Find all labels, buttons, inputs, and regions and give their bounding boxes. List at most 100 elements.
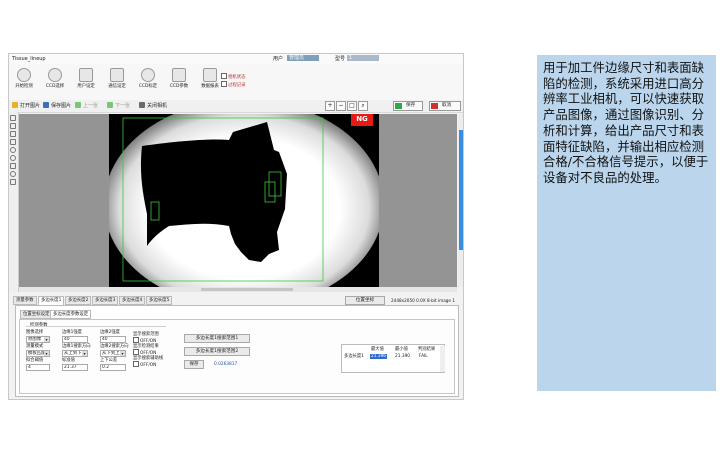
search-range-1-button[interactable]: 多边长度1搜索范围1 (184, 334, 250, 343)
zoom-reset-button[interactable]: ⌕ (358, 101, 368, 111)
point-tool-icon[interactable] (10, 171, 16, 177)
rect-tool-icon[interactable] (10, 139, 16, 145)
save-image-button[interactable]: 保存图片 (43, 102, 71, 110)
tab-multi-length-5[interactable]: 多边长度5 (146, 296, 173, 305)
app-title: Tissue_lineup (12, 56, 46, 62)
save-icon (43, 102, 49, 108)
option-label: 过程记录 (228, 83, 246, 88)
position-coord-button[interactable]: 位置坐标 (345, 296, 385, 305)
field-value: 40 (64, 337, 70, 342)
ribbon-label: 开始检测 (15, 84, 33, 89)
ribbon-ccd-select[interactable]: CCD选择 (40, 67, 70, 97)
tab-multi-length-2[interactable]: 多边长度2 (65, 296, 92, 305)
polygon-tool-icon[interactable] (10, 163, 16, 169)
zoom-fit-icon: □ (349, 102, 355, 109)
folder-icon (12, 102, 18, 108)
button-label: 保存 (406, 103, 416, 108)
camera-status-option[interactable]: 相机状态 (221, 73, 246, 81)
ribbon-ccd-calibration[interactable]: CCD标定 (133, 67, 163, 97)
zoom-out-button[interactable]: − (336, 101, 346, 111)
save-params-button[interactable]: 保存 (184, 360, 204, 369)
measure-mode-dropdown[interactable]: 模板匹配 ▾ (26, 350, 50, 357)
network-icon (110, 68, 124, 82)
edge1-strength-input[interactable]: 40 (62, 336, 88, 343)
ribbon-comm-settings[interactable]: 通信设定 (102, 67, 132, 97)
tolerance-input[interactable]: 0.2 (100, 364, 126, 371)
ribbon-label: CCD选择 (45, 84, 65, 89)
tab-length-params[interactable]: 多边长度参数设定 (50, 310, 92, 319)
camera-image: NG (109, 114, 379, 287)
fit-threshold-input[interactable]: 4 (26, 364, 50, 371)
search-range-2-button[interactable]: 多边长度1搜索范围2 (184, 347, 250, 356)
field-value: 0.2 (102, 365, 109, 370)
group-divider (26, 326, 166, 327)
line-tool-icon[interactable] (10, 131, 16, 137)
ribbon-user-settings[interactable]: 用户设定 (71, 67, 101, 97)
table-header: 最大值 (371, 347, 384, 352)
user-label: 用户 (273, 56, 284, 62)
close-camera-button[interactable]: 关闭相机 (139, 102, 167, 110)
edge2-direction-dropdown[interactable]: 从下到上 ▾ (100, 350, 126, 357)
table-scrollbar[interactable] (440, 346, 445, 372)
table-header: 最小值 (395, 347, 408, 352)
image-select-dropdown[interactable]: 原图像 ▾ (26, 336, 50, 343)
model-field[interactable]: 1 (347, 55, 379, 61)
cancel-button[interactable]: 取消 (429, 101, 461, 111)
table-header: 判别结果 (418, 347, 436, 352)
tab-position-settings[interactable]: 位置坐标设定 (20, 310, 53, 319)
chevron-down-icon: ▾ (82, 351, 87, 356)
tab-multi-length-1[interactable]: 多边长度1 (38, 296, 65, 305)
checkbox-icon (133, 337, 139, 343)
model-label: 型号 (335, 56, 346, 62)
toolbar-label: 下一张 (115, 103, 131, 109)
field-value: 21.37 (64, 365, 77, 370)
min-value-cell[interactable]: 21.390 (395, 354, 410, 359)
standard-value-input[interactable]: 21.37 (62, 364, 88, 371)
option-label: 相机状态 (228, 75, 246, 80)
ok-button[interactable]: 保存 (393, 101, 423, 111)
user-field[interactable]: 管理员 (287, 55, 319, 61)
camera-icon (48, 68, 62, 82)
ribbon-label: CCD参数 (169, 84, 189, 89)
check-icon (395, 103, 402, 109)
scroll-thumb[interactable] (459, 130, 463, 250)
image-status-text: 2448x2050 0.0X 8-bit image 1 (391, 298, 455, 303)
ellipse-tool-icon[interactable] (10, 155, 16, 161)
scroll-thumb[interactable] (201, 288, 293, 291)
arrow-left-icon (75, 102, 81, 108)
image-viewer[interactable]: NG (19, 114, 457, 287)
ribbon-ccd-params[interactable]: CCD参数 (164, 67, 194, 97)
toolbar-label: 保存图片 (51, 103, 72, 109)
ribbon-label: 通信设定 (108, 84, 126, 89)
pointer-tool-icon[interactable] (10, 115, 16, 121)
checkbox-icon (133, 361, 139, 367)
max-value-cell[interactable]: 21.396 (370, 354, 388, 359)
ribbon-start-detect[interactable]: 开始检测 (9, 67, 39, 97)
ribbon: 开始检测 CCD选择 用户设定 通信设定 CCD标定 CCD参数 数据报表 相机… (9, 64, 463, 101)
field-value: 4 (28, 365, 31, 370)
show-aux-line-toggle[interactable]: OFF/ON (133, 361, 156, 369)
next-image-button[interactable]: 下一张 (107, 102, 130, 110)
pan-tool-icon[interactable] (10, 123, 16, 129)
circle-tool-icon[interactable] (10, 147, 16, 153)
judge-result-cell[interactable]: FAIL (419, 354, 428, 359)
drawing-tools (9, 112, 19, 292)
tab-multi-length-3[interactable]: 多边长度3 (92, 296, 119, 305)
edge2-strength-input[interactable]: 40 (100, 336, 126, 343)
process-log-option[interactable]: 过程记录 (221, 81, 246, 89)
erase-tool-icon[interactable] (10, 179, 16, 185)
image-toolbar: 打开图片 保存图片 上一张 下一张 关闭相机 + − □ ⌕ 保存 取消 (9, 100, 463, 113)
edge1-direction-dropdown[interactable]: 从上到下 ▾ (62, 350, 88, 357)
field-value: 从下到上 (102, 351, 120, 356)
tab-measure-params[interactable]: 测量参数 (13, 296, 37, 305)
tab-multi-length-4[interactable]: 多边长度4 (119, 296, 146, 305)
viewer-horizontal-scrollbar[interactable] (19, 287, 457, 292)
viewer-vertical-scrollbar[interactable] (458, 114, 463, 287)
prev-image-button[interactable]: 上一张 (75, 102, 98, 110)
toggle-label: OFF/ON (140, 363, 157, 368)
settings-icon (172, 68, 186, 82)
zoom-in-button[interactable]: + (325, 101, 335, 111)
ribbon-label: 用户设定 (77, 84, 95, 89)
open-image-button[interactable]: 打开图片 (12, 102, 40, 110)
zoom-fit-button[interactable]: □ (347, 101, 357, 111)
